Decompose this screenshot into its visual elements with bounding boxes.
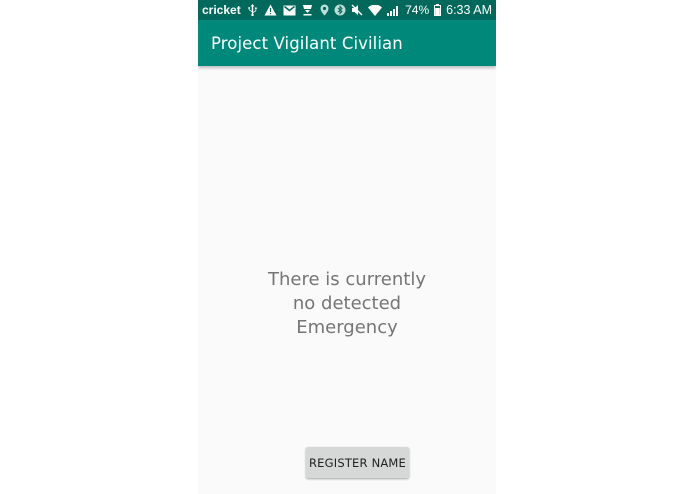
warning-icon xyxy=(264,4,277,16)
wifi-icon xyxy=(368,4,383,16)
battery-percent: 74% xyxy=(405,3,430,17)
download-icon xyxy=(302,4,313,16)
clock: 6:33 AM xyxy=(446,3,492,17)
phone-screen: cricket 74% 6:33 AM Project Vigilant Civ… xyxy=(198,0,496,494)
bluetooth-icon xyxy=(334,4,346,16)
register-name-button[interactable]: REGISTER NAME xyxy=(306,447,409,478)
app-bar: Project Vigilant Civilian xyxy=(198,20,496,66)
mute-icon xyxy=(351,4,363,16)
gmail-icon xyxy=(283,5,296,16)
battery-icon xyxy=(434,4,442,16)
status-bar: cricket 74% 6:33 AM xyxy=(198,0,496,20)
app-title: Project Vigilant Civilian xyxy=(211,33,403,53)
status-right: 74% 6:33 AM xyxy=(320,3,492,17)
message-line-2: no detected xyxy=(292,293,402,314)
signal-icon xyxy=(387,5,400,16)
carrier-label: cricket xyxy=(202,3,241,17)
status-left: cricket xyxy=(202,3,313,17)
location-icon xyxy=(320,4,329,16)
emergency-status-message: There is currently no detected Emergency xyxy=(198,268,496,340)
message-line-3: Emergency xyxy=(296,317,398,338)
message-line-1: There is currently xyxy=(268,269,426,290)
usb-icon xyxy=(247,4,258,16)
